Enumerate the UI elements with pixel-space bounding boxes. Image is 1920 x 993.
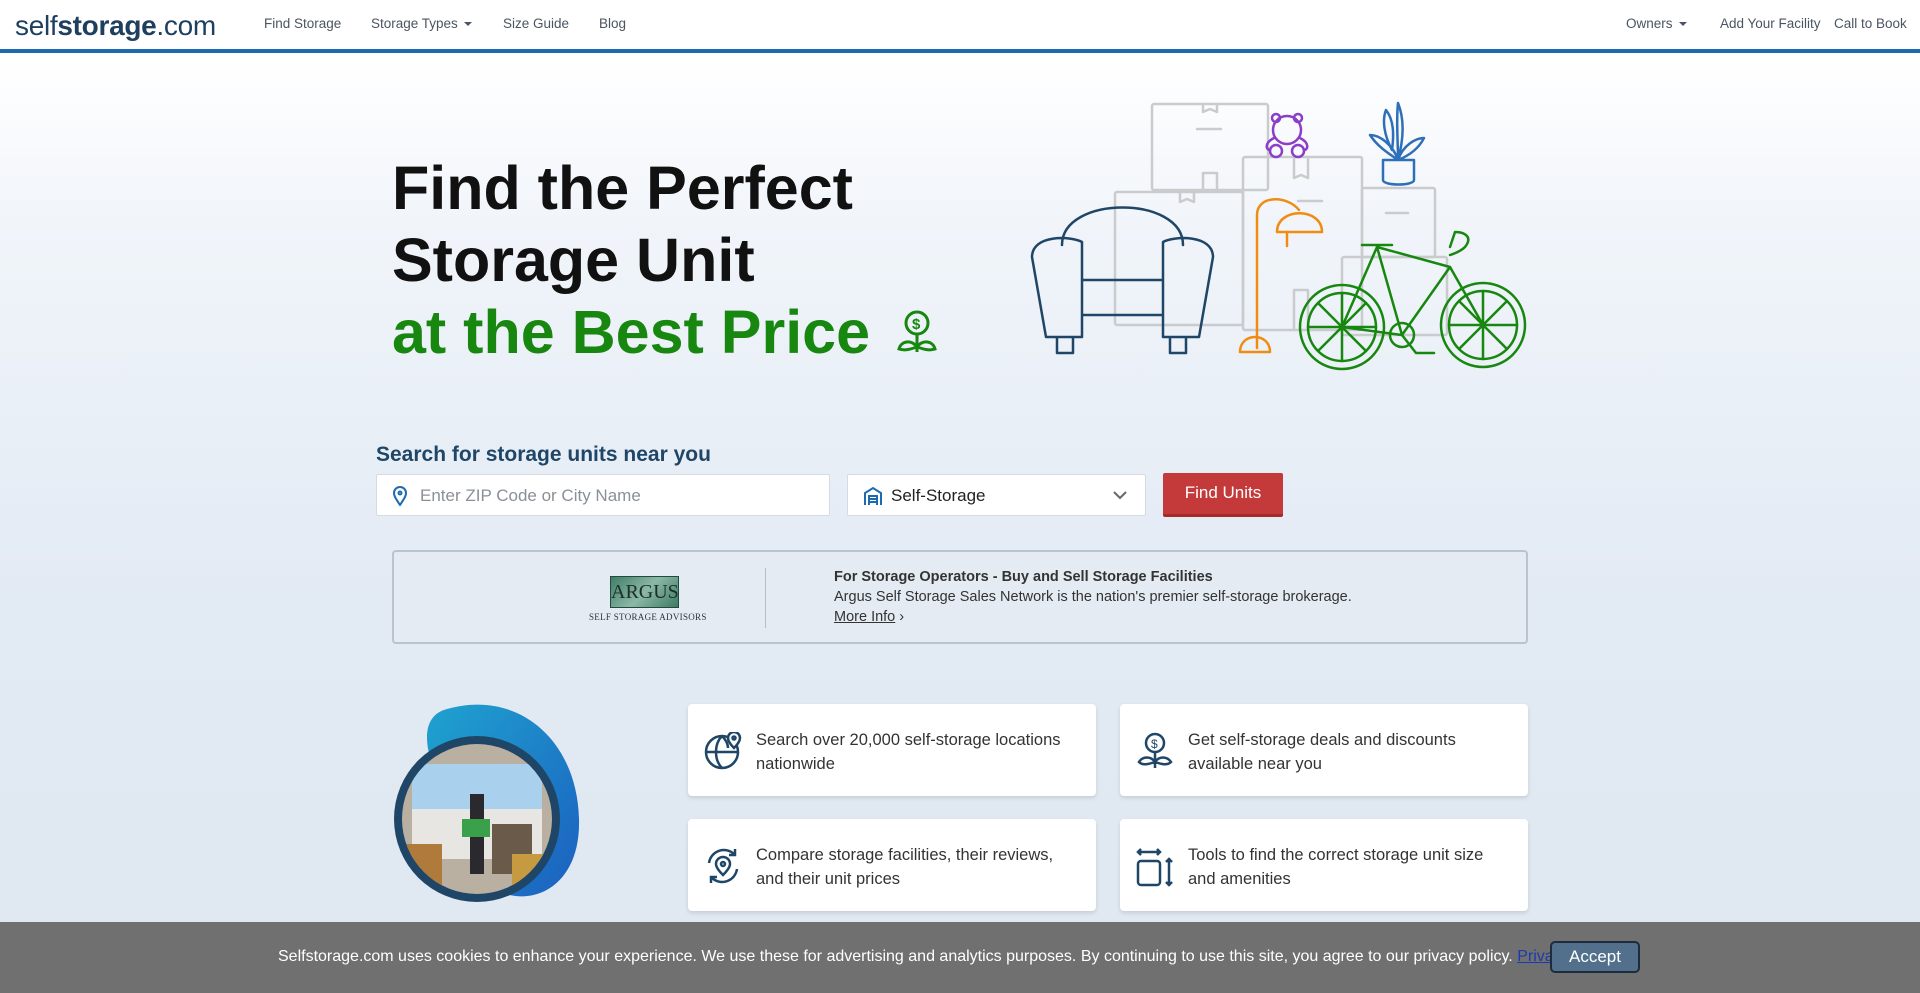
feature-card: $ Get self-storage deals and discounts a… — [1120, 704, 1528, 796]
nav-label: Owners — [1626, 16, 1673, 31]
storage-photo — [394, 704, 580, 902]
feature-text: Search over 20,000 self-storage location… — [756, 731, 1061, 773]
ad-title: For Storage Operators - Buy and Sell Sto… — [834, 569, 1213, 585]
feature-text: Compare storage facilities, their review… — [756, 846, 1054, 888]
feature-card: Compare storage facilities, their review… — [688, 819, 1096, 911]
feature-text: Tools to find the correct storage unit s… — [1188, 846, 1484, 888]
nav-label: Storage Types — [371, 16, 458, 31]
hero-heading: Find the Perfect Storage Unit at the Bes… — [392, 152, 939, 368]
logo[interactable]: selfstorage.com — [15, 10, 216, 42]
search-placeholder: Enter ZIP Code or City Name — [420, 486, 641, 505]
cookie-banner: Selfstorage.com uses cookies to enhance … — [0, 922, 1920, 993]
location-search-input[interactable]: Enter ZIP Code or City Name — [376, 474, 830, 516]
caret-down-icon — [463, 22, 472, 27]
feature-card: Tools to find the correct storage unit s… — [1120, 819, 1528, 911]
hero-line: Storage Unit — [392, 226, 755, 294]
argus-ad-banner[interactable]: ARGUS SELF STORAGE ADVISORS For Storage … — [392, 550, 1528, 644]
logo-text: storage — [57, 10, 157, 41]
divider — [765, 568, 766, 628]
bicycle-icon — [1298, 230, 1527, 371]
globe-pin-icon — [704, 732, 742, 770]
top-nav: selfstorage.com Find Storage Storage Typ… — [0, 0, 1920, 53]
plant-icon — [1368, 101, 1426, 186]
nav-find-storage[interactable]: Find Storage — [264, 16, 341, 31]
hero-line-green: at the Best Price $ — [392, 296, 939, 368]
storage-type-select[interactable]: Self-Storage — [847, 474, 1146, 516]
hero-line: Find the Perfect — [392, 154, 853, 222]
armchair-icon — [1030, 206, 1215, 355]
accept-cookies-button[interactable]: Accept — [1550, 941, 1640, 973]
argus-logo: ARGUS — [610, 576, 679, 608]
feature-card: Search over 20,000 self-storage location… — [688, 704, 1096, 796]
hero-line: at the Best Price — [392, 298, 871, 366]
more-info-link[interactable]: More Info › — [834, 609, 904, 625]
search-label: Search for storage units near you — [376, 443, 711, 466]
compare-pin-icon — [707, 848, 739, 884]
nav-owners[interactable]: Owners — [1626, 16, 1687, 31]
nav-add-facility[interactable]: Add Your Facility — [1720, 16, 1821, 31]
nav-size-guide[interactable]: Size Guide — [503, 16, 569, 31]
nav-blog[interactable]: Blog — [599, 16, 626, 31]
svg-text:$: $ — [912, 316, 921, 333]
chevron-right-icon: › — [899, 609, 905, 625]
link-label: More Info — [834, 609, 896, 625]
caret-down-icon — [1678, 22, 1687, 27]
map-pin-icon — [393, 486, 407, 506]
hero-illustration — [1030, 101, 1527, 371]
teddy-bear-icon — [1265, 112, 1309, 159]
cookie-message: Selfstorage.com uses cookies to enhance … — [278, 948, 1617, 966]
nav-storage-types[interactable]: Storage Types — [371, 16, 472, 31]
logo-text: self — [15, 10, 58, 41]
ad-description: Argus Self Storage Sales Network is the … — [834, 589, 1352, 605]
logo-text: .com — [156, 10, 216, 41]
money-plant-icon: $ — [897, 310, 937, 352]
argus-logo-sub: SELF STORAGE ADVISORS — [589, 612, 707, 622]
chevron-down-icon — [1113, 491, 1127, 500]
nav-call-to-book[interactable]: Call to Book — [1834, 16, 1907, 31]
dollar-hand-icon: $ — [1137, 732, 1173, 768]
svg-text:$: $ — [1151, 737, 1158, 751]
size-tools-icon — [1136, 848, 1173, 887]
find-units-button[interactable]: Find Units — [1163, 473, 1283, 517]
selected-type: Self-Storage — [891, 486, 986, 505]
feature-text: Get self-storage deals and discounts ava… — [1188, 731, 1456, 773]
storage-building-icon — [864, 486, 882, 505]
cookie-text: Selfstorage.com uses cookies to enhance … — [278, 948, 1513, 965]
